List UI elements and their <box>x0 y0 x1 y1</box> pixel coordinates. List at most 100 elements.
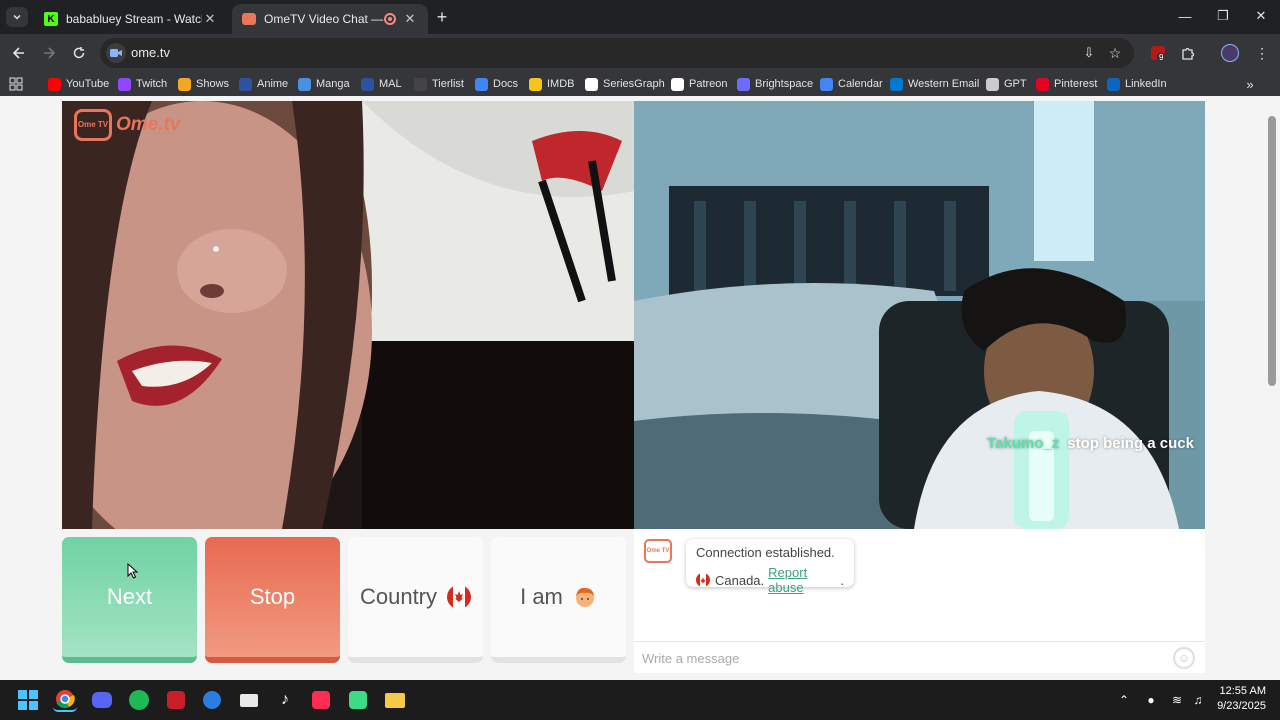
tierlist-icon <box>414 77 427 91</box>
network-app-icon[interactable] <box>200 688 224 712</box>
youtube-icon <box>48 77 61 91</box>
menu-kebab-icon[interactable]: ⋮ <box>1252 43 1272 63</box>
bookmark-mal[interactable]: MAL <box>361 76 402 92</box>
profile-avatar[interactable] <box>1220 43 1240 63</box>
bookmarks-bar: YouTube Twitch Shows Anime Manga MAL Tierlist D… <box>0 72 1280 96</box>
ometv-chat-icon: Ome TV <box>644 539 672 563</box>
address-bar[interactable]: ome.tv ⇩ ☆ <box>100 38 1134 68</box>
extensions-puzzle-icon[interactable] <box>1178 43 1198 63</box>
bookmark-linkedin[interactable]: LinkedIn <box>1107 76 1167 92</box>
spotify-icon[interactable] <box>127 688 151 712</box>
close-tab-icon[interactable]: ✕ <box>202 11 218 27</box>
back-button[interactable] <box>8 43 30 63</box>
next-button[interactable]: Next <box>62 537 197 663</box>
ometv-favicon-icon <box>242 13 256 25</box>
tab-ometv[interactable]: OmeTV Video Chat — Ome ✕ <box>232 4 428 34</box>
apps-grid-icon[interactable] <box>8 76 24 92</box>
file-explorer-icon[interactable] <box>383 688 407 712</box>
browser-toolbar: ome.tv ⇩ ☆ 9 ⋮ <box>0 34 1280 72</box>
close-window-button[interactable]: ✕ <box>1250 6 1272 26</box>
docs-icon <box>475 77 488 91</box>
microphone-icon[interactable]: ● <box>1143 692 1159 708</box>
emoji-smiley-icon[interactable]: ☺ <box>1173 647 1195 669</box>
bookmark-tierlist[interactable]: Tierlist <box>414 76 464 92</box>
bookmark-docs[interactable]: Docs <box>475 76 518 92</box>
bookmark-seriesgraph[interactable]: SeriesGraph <box>585 76 665 92</box>
reload-button[interactable] <box>68 43 90 63</box>
i-am-button[interactable]: I am <box>491 537 626 663</box>
bookmark-shows[interactable]: Shows <box>178 76 229 92</box>
scrollbar-thumb[interactable] <box>1268 116 1276 386</box>
extension-shield-icon[interactable]: 9 <box>1148 43 1168 63</box>
bookmark-label: Twitch <box>136 78 168 90</box>
extension-badge: 9 <box>1157 53 1166 62</box>
bookmark-imdb[interactable]: IMDB <box>529 76 575 92</box>
site-info-icon[interactable] <box>106 43 126 63</box>
bookmark-label: Shows <box>196 78 230 90</box>
bookmark-gpt[interactable]: GPT <box>986 76 1027 92</box>
overlay-message-text: stop being a cuck <box>1067 435 1194 452</box>
country-button[interactable]: Country <box>348 537 483 663</box>
bookmark-label: SeriesGraph <box>603 78 665 90</box>
overlay-chat-message: Takumo_z stop being a cuck <box>987 435 1194 452</box>
bookmark-star-icon[interactable]: ☆ <box>1106 44 1124 62</box>
mail-icon[interactable] <box>237 688 261 712</box>
next-label: Next <box>106 584 153 609</box>
install-app-icon[interactable]: ⇩ <box>1080 44 1098 62</box>
message-input-bar: ☺ <box>634 641 1205 673</box>
bookmark-brightspace[interactable]: Brightspace <box>737 76 813 92</box>
bookmark-twitch[interactable]: Twitch <box>118 76 167 92</box>
android-studio-icon[interactable] <box>346 688 370 712</box>
brightspace-icon <box>737 77 750 91</box>
more-bookmarks-icon[interactable]: » <box>1242 76 1258 92</box>
tab-bababluey-stream[interactable]: K bababluey Stream - Watch Live ✕ <box>34 4 228 34</box>
app-icon[interactable] <box>164 688 188 712</box>
canada-flag-icon <box>447 585 472 609</box>
forward-button[interactable] <box>38 43 60 63</box>
chrome-icon[interactable] <box>53 688 77 712</box>
bookmark-label: Tierlist <box>432 78 464 90</box>
mal-icon <box>361 77 374 91</box>
maximize-button[interactable]: ❐ <box>1212 6 1234 26</box>
imdb-icon <box>529 77 542 91</box>
show-hidden-icons-icon[interactable]: ⌃ <box>1116 692 1132 708</box>
discord-icon[interactable] <box>90 688 114 712</box>
ometv-logo[interactable]: Ome TV Ome.tv <box>74 109 180 141</box>
bookmark-anime[interactable]: Anime <box>239 76 288 92</box>
bookmark-patreon[interactable]: Patreon <box>671 76 728 92</box>
linkedin-icon <box>1107 77 1120 91</box>
chevron-down-icon <box>13 14 21 20</box>
message-input[interactable] <box>642 648 1162 668</box>
logo-text: Ome.tv <box>116 114 181 135</box>
tab-search-button[interactable] <box>6 7 28 27</box>
minimize-button[interactable]: — <box>1174 6 1196 26</box>
tiktok-icon[interactable]: ♪ <box>273 688 297 712</box>
bookmark-label: MAL <box>379 78 402 90</box>
bookmark-youtube[interactable]: YouTube <box>48 76 109 92</box>
partner-country: Canada. <box>715 572 765 588</box>
connection-status: Connection established. <box>696 545 835 560</box>
windows-start-icon[interactable] <box>16 688 40 712</box>
report-suffix: . <box>840 572 844 588</box>
clock[interactable]: 12:55 AM 9/23/2025 <box>1217 684 1266 714</box>
wifi-icon[interactable]: ≋ <box>1169 692 1185 708</box>
bookmark-pinterest[interactable]: Pinterest <box>1036 76 1097 92</box>
bookmark-calendar[interactable]: Calendar <box>820 76 883 92</box>
i-am-label: I am <box>520 584 563 609</box>
close-tab-icon[interactable]: ✕ <box>402 11 418 27</box>
report-abuse-link[interactable]: Report abuse <box>768 565 840 595</box>
page-scrollbar[interactable] <box>1264 96 1280 680</box>
bookmark-manga[interactable]: Manga <box>298 76 350 92</box>
stop-button[interactable]: Stop <box>205 537 340 663</box>
volume-icon[interactable]: ♫ <box>1190 692 1206 708</box>
bookmark-western-email[interactable]: Western Email <box>890 76 979 92</box>
windows-taskbar: ♪ ⌃ ● ≋ ♫ 12:55 AM 9/23/2025 <box>0 680 1280 720</box>
new-tab-button[interactable]: + <box>432 7 452 27</box>
chat-panel: Ome TV Connection established. Canada. R… <box>634 529 1205 673</box>
tiktok-alt-icon[interactable] <box>309 688 333 712</box>
outlook-icon <box>890 77 903 91</box>
bookmark-label: Manga <box>316 78 350 90</box>
patreon-icon <box>671 77 684 91</box>
system-message: Connection established. Canada. Report a… <box>686 539 854 595</box>
seriesgraph-icon <box>585 77 598 91</box>
